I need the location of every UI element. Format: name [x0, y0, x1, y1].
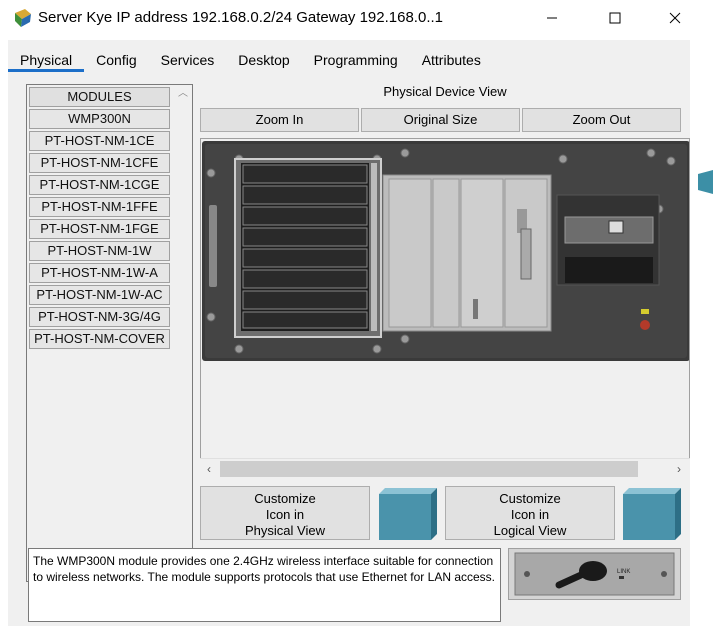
tab-services[interactable]: Services	[149, 48, 227, 72]
link-label: LINK	[617, 569, 630, 575]
customize-logical-line-3: Logical View	[493, 523, 567, 538]
customize-logical-icon-button[interactable]: Customize Icon in Logical View	[445, 486, 615, 540]
list-item[interactable]: PT-HOST-NM-1CGE	[29, 175, 170, 195]
maximize-icon	[609, 12, 621, 24]
list-item[interactable]: PT-HOST-NM-3G/4G	[29, 307, 170, 327]
wireless-module-image: LINK	[514, 552, 675, 596]
module-description: The WMP300N module provides one 2.4GHz w…	[28, 548, 501, 622]
tab-bar: Physical Config Services Desktop Program…	[8, 48, 493, 74]
scrollbar-thumb[interactable]	[220, 461, 638, 477]
customize-physical-line-3: Physical View	[245, 523, 325, 538]
customize-physical-line-1: Customize	[254, 491, 316, 506]
viewport-horizontal-scrollbar[interactable]: ‹ ›	[200, 458, 690, 478]
physical-device-view-label: Physical Device View	[383, 84, 507, 99]
customize-logical-line-1: Customize	[499, 491, 561, 506]
tab-desktop[interactable]: Desktop	[226, 48, 301, 72]
customize-physical-icon-button[interactable]: Customize Icon in Physical View	[200, 486, 370, 540]
minimize-button[interactable]	[529, 0, 575, 36]
window-title: Server Kye IP address 192.168.0.2/24 Gat…	[38, 9, 443, 26]
list-item-modules-header[interactable]: MODULES	[29, 87, 170, 107]
client-area: Physical Config Services Desktop Program…	[8, 40, 690, 626]
list-item[interactable]: PT-HOST-NM-1W	[29, 241, 170, 261]
close-button[interactable]	[652, 0, 698, 36]
tab-attributes[interactable]: Attributes	[410, 48, 493, 72]
minimize-icon	[547, 17, 557, 19]
list-item[interactable]: WMP300N	[29, 109, 170, 129]
chevron-left-icon[interactable]: ‹	[200, 459, 218, 479]
module-thumbnail: LINK	[508, 548, 681, 600]
zoom-out-button[interactable]: Zoom Out	[522, 108, 681, 132]
module-list-scrollbar[interactable]: ︿ ﹀	[174, 85, 192, 581]
chevron-right-icon[interactable]: ›	[670, 459, 688, 479]
list-item[interactable]: PT-HOST-NM-1FGE	[29, 219, 170, 239]
physical-device-viewport[interactable]	[200, 138, 690, 478]
close-icon	[669, 12, 681, 24]
chevron-up-icon[interactable]: ︿	[174, 85, 192, 103]
list-item[interactable]: PT-HOST-NM-1CE	[29, 131, 170, 151]
list-item[interactable]: PT-HOST-NM-COVER	[29, 329, 170, 349]
list-item[interactable]: PT-HOST-NM-1W-AC	[29, 285, 170, 305]
zoom-in-button[interactable]: Zoom In	[200, 108, 359, 132]
tab-physical[interactable]: Physical	[8, 48, 85, 72]
background-device-icon	[698, 170, 713, 194]
server-chassis-image[interactable]	[201, 139, 690, 459]
server-app-icon	[15, 9, 31, 27]
list-item[interactable]: PT-HOST-NM-1W-A	[29, 263, 170, 283]
list-item[interactable]: PT-HOST-NM-1FFE	[29, 197, 170, 217]
list-item[interactable]: PT-HOST-NM-1CFE	[29, 153, 170, 173]
tab-config[interactable]: Config	[84, 48, 148, 72]
maximize-button[interactable]	[592, 0, 638, 36]
customize-logical-line-2: Icon in	[510, 507, 550, 522]
server-config-window: Server Kye IP address 192.168.0.2/24 Gat…	[0, 0, 713, 626]
tab-programming[interactable]: Programming	[302, 48, 410, 72]
physical-cube-icon	[379, 488, 437, 540]
customize-physical-line-2: Icon in	[265, 507, 305, 522]
original-size-button[interactable]: Original Size	[361, 108, 520, 132]
logical-cube-icon	[623, 488, 681, 540]
module-list[interactable]: MODULES WMP300N PT-HOST-NM-1CE PT-HOST-N…	[26, 84, 193, 582]
title-bar: Server Kye IP address 192.168.0.2/24 Gat…	[0, 0, 713, 36]
